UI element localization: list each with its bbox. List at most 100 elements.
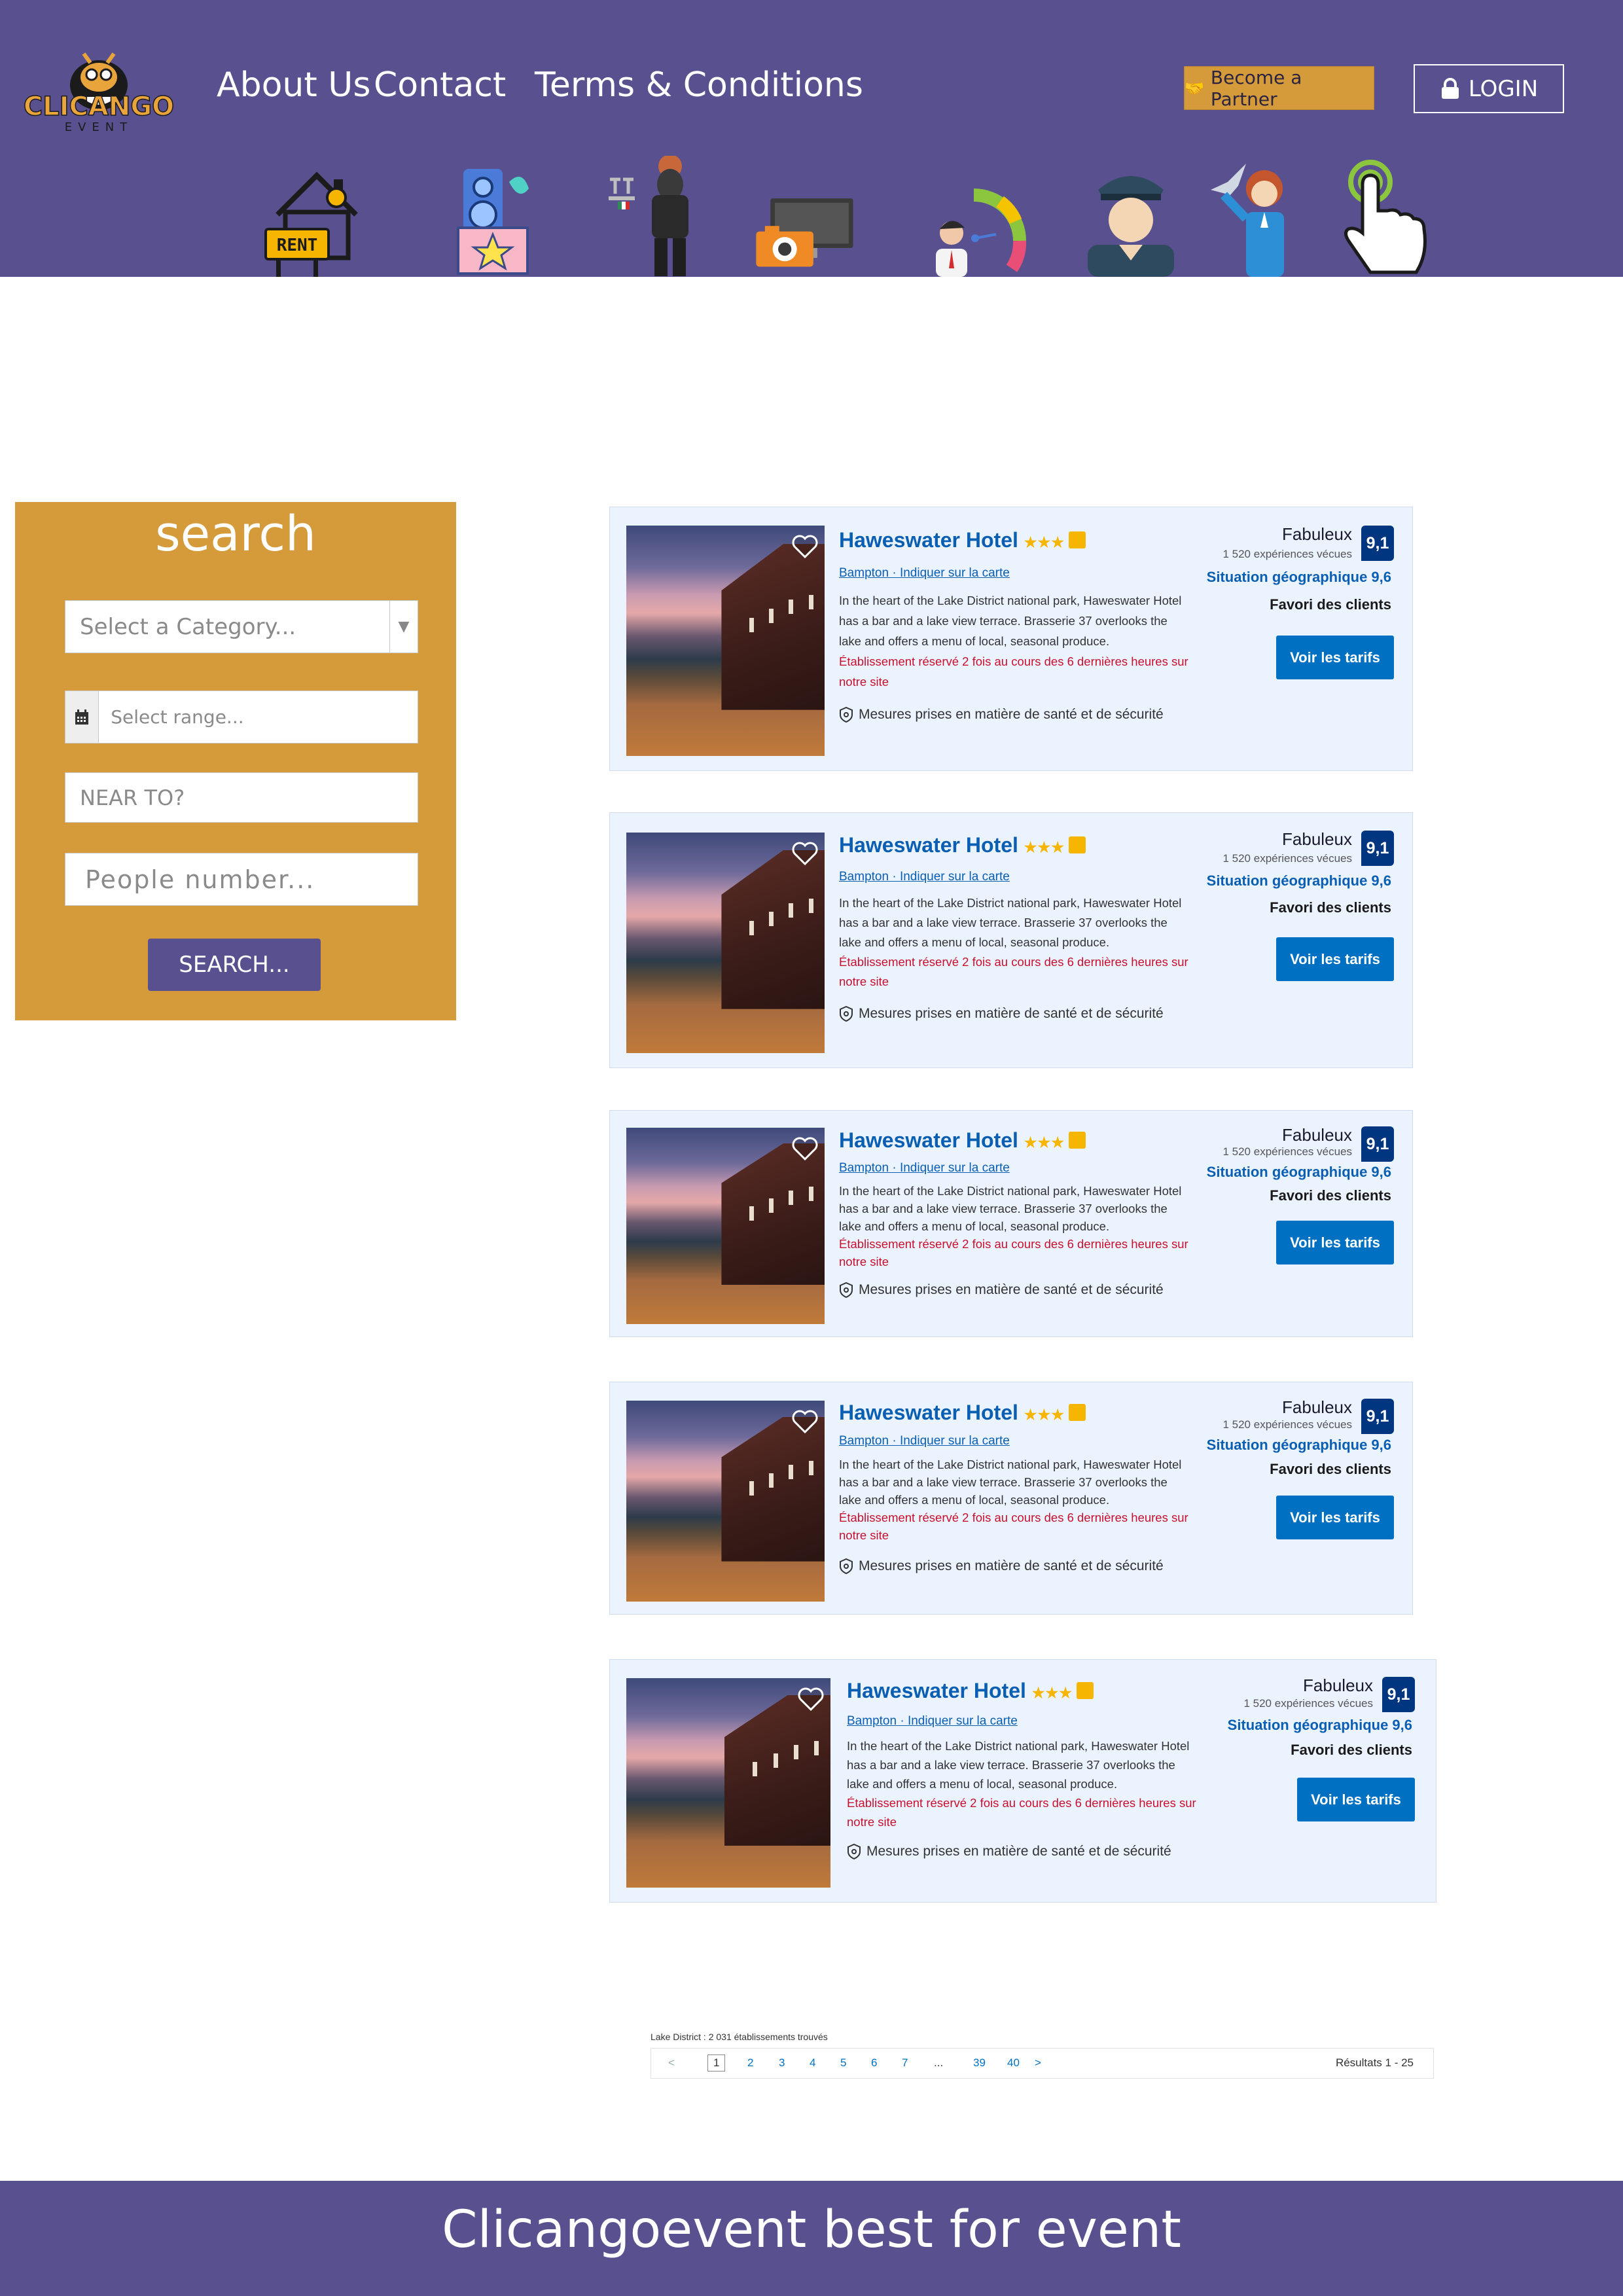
guest-favorite-label: Favori des clients xyxy=(1270,1461,1391,1477)
hotel-photo[interactable] xyxy=(626,1128,825,1324)
hotel-name-text[interactable]: Haweswater Hotel xyxy=(839,1128,1018,1152)
town-link[interactable]: Bampton xyxy=(839,566,889,580)
chevron-down-icon[interactable]: ▼ xyxy=(389,601,418,653)
photo-video-icon[interactable] xyxy=(754,156,859,277)
footer-tagline: Clicangoevent best for event xyxy=(442,2200,1181,2259)
window-detail xyxy=(808,594,813,609)
category-select[interactable]: Select a Category... ▼ xyxy=(65,600,418,653)
town-link[interactable]: Bampton xyxy=(847,1714,897,1728)
hotel-name[interactable]: Haweswater Hotel ★★★ xyxy=(839,833,1086,857)
page-link[interactable]: 2 xyxy=(747,2056,753,2070)
page-link[interactable]: 1 xyxy=(707,2054,726,2072)
hotel-name-text[interactable]: Haweswater Hotel xyxy=(839,833,1018,857)
favorite-heart-icon[interactable] xyxy=(791,1134,819,1163)
hotel-card[interactable]: Haweswater Hotel ★★★ Bampton · Indiquer … xyxy=(609,507,1413,771)
near-to-input[interactable] xyxy=(65,773,418,822)
map-link[interactable]: Indiquer sur la carte xyxy=(900,870,1010,884)
booking-alert: Établissement réservé 2 fois au cours de… xyxy=(839,1237,1188,1268)
date-range-field[interactable] xyxy=(65,691,418,744)
town-link[interactable]: Bampton xyxy=(839,870,889,884)
favorite-heart-icon[interactable] xyxy=(791,1407,819,1436)
entertainment-icon[interactable] xyxy=(928,156,1033,277)
see-prices-button[interactable]: Voir les tarifs xyxy=(1276,937,1394,981)
hotel-name-text[interactable]: Haweswater Hotel xyxy=(839,1401,1018,1424)
health-safety-note: Mesures prises en matière de santé et de… xyxy=(839,1282,1164,1298)
hotel-location: Bampton · Indiquer sur la carte xyxy=(847,1714,1018,1728)
hotel-description: In the heart of the Lake District nation… xyxy=(839,594,1182,648)
map-link[interactable]: Indiquer sur la carte xyxy=(900,566,1010,580)
window-detail xyxy=(789,1191,794,1205)
favorite-heart-icon[interactable] xyxy=(791,839,819,868)
page-link[interactable]: 5 xyxy=(840,2056,846,2070)
map-link[interactable]: Indiquer sur la carte xyxy=(908,1714,1018,1728)
clicango-logo[interactable]: CLICANGO EVENT xyxy=(13,34,185,134)
next-page-button[interactable]: > xyxy=(1035,2056,1041,2070)
near-to-field[interactable] xyxy=(65,772,418,823)
page-link[interactable]: 3 xyxy=(779,2056,785,2070)
page-link[interactable]: 6 xyxy=(871,2056,877,2070)
review-count: 1 520 expériences vécues xyxy=(1222,852,1352,865)
security-icon[interactable] xyxy=(1079,156,1183,277)
shield-icon xyxy=(840,1558,853,1574)
hostess-icon[interactable] xyxy=(1204,156,1309,277)
pagination: < 1 2 3 4 5 6 7 ... 39 40 > Résultats 1 … xyxy=(651,2048,1434,2079)
nav-about-us[interactable]: About Us xyxy=(217,65,370,105)
hotel-name[interactable]: Haweswater Hotel ★★★ xyxy=(839,1401,1086,1425)
map-link[interactable]: Indiquer sur la carte xyxy=(900,1161,1010,1175)
hotel-photo[interactable] xyxy=(626,526,825,756)
rating-label: Fabuleux xyxy=(1282,1125,1352,1145)
location-score: Situation géographique 9,6 xyxy=(1206,872,1391,889)
page-link[interactable]: 4 xyxy=(810,2056,815,2070)
nav-terms-conditions[interactable]: Terms & Conditions xyxy=(535,65,863,105)
hotel-location: Bampton · Indiquer sur la carte xyxy=(839,566,1010,580)
hotel-photo[interactable] xyxy=(626,833,825,1053)
hotel-name-text[interactable]: Haweswater Hotel xyxy=(847,1679,1026,1702)
see-prices-button[interactable]: Voir les tarifs xyxy=(1276,1221,1394,1265)
window-detail xyxy=(808,1461,813,1476)
hotel-card[interactable]: Haweswater Hotel ★★★ Bampton · Indiquer … xyxy=(609,1382,1413,1615)
waiter-icon[interactable] xyxy=(607,156,712,277)
hotel-description-block: In the heart of the Lake District nation… xyxy=(839,1182,1192,1270)
hotel-name[interactable]: Haweswater Hotel ★★★ xyxy=(839,528,1086,552)
page-link[interactable]: 39 xyxy=(973,2056,986,2070)
people-number-input[interactable] xyxy=(65,853,418,905)
login-button[interactable]: LOGIN xyxy=(1414,64,1564,113)
building-image xyxy=(721,544,825,710)
hotel-name-text[interactable]: Haweswater Hotel xyxy=(839,528,1018,552)
hotel-card[interactable]: Haweswater Hotel ★★★ Bampton · Indiquer … xyxy=(609,812,1413,1068)
hotel-photo[interactable] xyxy=(626,1678,830,1888)
health-text: Mesures prises en matière de santé et de… xyxy=(859,1558,1164,1573)
hotel-card[interactable]: Haweswater Hotel ★★★ Bampton · Indiquer … xyxy=(609,1659,1436,1903)
dj-music-icon[interactable] xyxy=(444,156,548,277)
hotel-card[interactable]: Haweswater Hotel ★★★ Bampton · Indiquer … xyxy=(609,1110,1413,1337)
hotel-description-block: In the heart of the Lake District nation… xyxy=(839,893,1192,992)
window-detail xyxy=(749,1206,754,1221)
favorite-heart-icon[interactable] xyxy=(796,1685,825,1713)
window-detail xyxy=(789,903,794,918)
nav-contact[interactable]: Contact xyxy=(374,65,506,105)
hotel-name[interactable]: Haweswater Hotel ★★★ xyxy=(847,1679,1094,1703)
see-prices-button[interactable]: Voir les tarifs xyxy=(1297,1778,1415,1821)
page-link[interactable]: 40 xyxy=(1007,2056,1020,2070)
town-link[interactable]: Bampton xyxy=(839,1434,889,1448)
partner-label: Become a Partner xyxy=(1210,66,1302,110)
see-prices-button[interactable]: Voir les tarifs xyxy=(1276,636,1394,679)
see-prices-button[interactable]: Voir les tarifs xyxy=(1276,1496,1394,1539)
rating-label: Fabuleux xyxy=(1282,829,1352,849)
town-link[interactable]: Bampton xyxy=(839,1161,889,1175)
window-detail xyxy=(769,912,774,927)
prev-page-button[interactable]: < xyxy=(668,2056,675,2070)
location-score: Situation géographique 9,6 xyxy=(1227,1717,1412,1733)
hotel-name[interactable]: Haweswater Hotel ★★★ xyxy=(839,1128,1086,1153)
star-rating: ★★★ xyxy=(1024,1134,1065,1151)
date-range-input[interactable] xyxy=(99,691,418,743)
favorite-heart-icon[interactable] xyxy=(791,532,819,561)
search-button[interactable]: SEARCH... xyxy=(148,939,321,991)
rent-icon[interactable]: RENT xyxy=(264,156,369,277)
click-icon[interactable] xyxy=(1332,156,1437,277)
people-number-field[interactable] xyxy=(65,853,418,906)
map-link[interactable]: Indiquer sur la carte xyxy=(900,1434,1010,1448)
become-partner-button[interactable]: 🤝 Become a Partner xyxy=(1184,66,1374,110)
hotel-photo[interactable] xyxy=(626,1401,825,1602)
page-link[interactable]: 7 xyxy=(902,2056,908,2070)
